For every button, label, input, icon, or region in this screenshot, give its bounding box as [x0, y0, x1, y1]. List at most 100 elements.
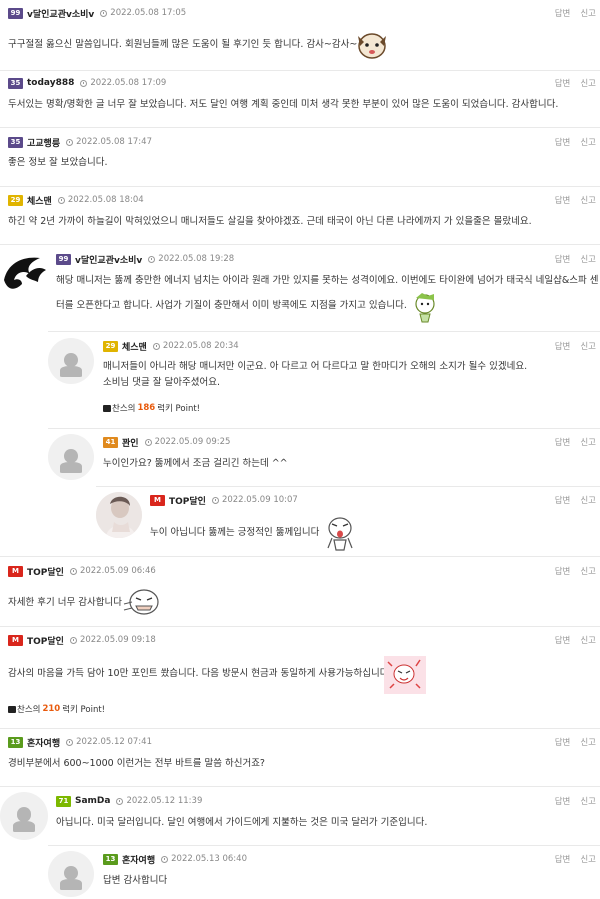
- level-badge: 99: [56, 253, 71, 265]
- comment-text: 해당 매니저는 뚫께 충만한 에너지 넘치는 아이라 원래 가만 있지를 못하는…: [56, 275, 599, 286]
- report-button[interactable]: 신고: [580, 136, 596, 148]
- divider: [0, 70, 600, 71]
- avatar[interactable]: [48, 851, 94, 897]
- level-badge: M: [8, 634, 23, 646]
- comment-date: 2022.05.12 07:41: [76, 737, 152, 747]
- reply-button[interactable]: 답변: [555, 494, 571, 506]
- reply-button[interactable]: 답변: [555, 253, 571, 265]
- report-button[interactable]: 신고: [580, 565, 596, 577]
- comment-author[interactable]: 체스맨: [27, 194, 52, 207]
- divider: [48, 428, 600, 429]
- comment-author[interactable]: TOP달인: [169, 494, 206, 507]
- report-button[interactable]: 신고: [580, 194, 596, 206]
- clock-icon: [161, 855, 169, 863]
- comment-text: 터를 오픈한다고 합니다. 사업가 기질이 충만해서 이미 방콕에도 지점을 가…: [56, 300, 407, 311]
- clock-icon: [57, 196, 65, 204]
- reply-button[interactable]: 답변: [555, 736, 571, 748]
- comment-text: 답변 감사합니다: [103, 875, 168, 886]
- comment-author[interactable]: 혼자여행: [122, 853, 155, 866]
- reply-button[interactable]: 답변: [555, 565, 571, 577]
- emoticon-image: [415, 293, 435, 323]
- divider: [96, 486, 600, 487]
- emoticon-image: [123, 589, 159, 615]
- avatar[interactable]: [0, 250, 48, 298]
- comment-date: 2022.05.09 06:46: [79, 566, 156, 576]
- level-badge: 35: [8, 77, 23, 89]
- comment-date: 2022.05.08 20:34: [162, 341, 239, 351]
- clock-icon: [211, 496, 219, 504]
- report-button[interactable]: 신고: [580, 436, 596, 448]
- divider: [0, 556, 600, 557]
- level-badge: 41: [103, 436, 118, 448]
- comment-text: 소비님 댓글 잘 달아주셨어요.: [103, 377, 220, 388]
- level-badge: 29: [103, 340, 118, 352]
- reply-button[interactable]: 답변: [555, 795, 571, 807]
- avatar[interactable]: [48, 338, 94, 384]
- avatar[interactable]: [96, 492, 142, 538]
- comment-date: 2022.05.08 17:47: [76, 137, 152, 147]
- report-button[interactable]: 신고: [580, 795, 596, 807]
- comment-author[interactable]: v달인교관v소비v: [75, 253, 142, 266]
- point-suffix: 럭키 Point!: [157, 404, 201, 414]
- reply-button[interactable]: 답변: [555, 7, 571, 19]
- point-amount: 210: [42, 704, 61, 714]
- comment-date: 2022.05.09 09:25: [154, 437, 231, 447]
- report-button[interactable]: 신고: [580, 634, 596, 646]
- clock-icon: [69, 636, 77, 644]
- divider: [0, 786, 600, 787]
- point-suffix: 럭키 Point!: [62, 705, 106, 715]
- level-badge: 13: [8, 736, 23, 748]
- comment-text: 아닙니다. 미국 달러입니다. 달인 여행에서 가이드에게 지불하는 것은 미국…: [56, 817, 428, 828]
- reply-button[interactable]: 답변: [555, 77, 571, 89]
- gift-icon: [8, 705, 16, 713]
- comment-author[interactable]: today888: [27, 78, 74, 88]
- reply-button[interactable]: 답변: [555, 136, 571, 148]
- comment-author[interactable]: 고교행릉: [27, 136, 60, 149]
- divider: [0, 728, 600, 729]
- level-badge: 99: [8, 7, 23, 19]
- report-button[interactable]: 신고: [580, 340, 596, 352]
- clock-icon: [80, 79, 88, 87]
- comment-date: 2022.05.09 09:18: [79, 635, 156, 645]
- report-button[interactable]: 신고: [580, 736, 596, 748]
- comment-author[interactable]: 체스맨: [122, 340, 147, 353]
- clock-icon: [69, 567, 77, 575]
- clock-icon: [152, 342, 160, 350]
- comment-text: 자세한 후기 너무 감사합니다: [8, 597, 122, 608]
- gift-icon: [103, 404, 111, 412]
- level-badge: 13: [103, 853, 118, 865]
- emoticon-image: [358, 33, 386, 59]
- report-button[interactable]: 신고: [580, 494, 596, 506]
- reply-button[interactable]: 답변: [555, 194, 571, 206]
- reply-button[interactable]: 답변: [555, 340, 571, 352]
- comment-author[interactable]: 혼자여행: [27, 736, 60, 749]
- point-amount: 186: [137, 403, 156, 413]
- comment-author[interactable]: v달인교관v소비v: [27, 7, 94, 20]
- avatar[interactable]: [48, 434, 94, 480]
- clock-icon: [116, 797, 124, 805]
- avatar[interactable]: [0, 792, 48, 840]
- comment-text: 두서있는 명확/명확한 글 너무 잘 보았습니다. 저도 달인 여행 계획 중인…: [8, 99, 559, 110]
- comment-text: 감사의 마음을 가득 담아 10만 포인트 쐈습니다. 다음 방문시 현금과 동…: [8, 668, 389, 679]
- reply-button[interactable]: 답변: [555, 853, 571, 865]
- comment-author[interactable]: TOP달인: [27, 565, 64, 578]
- divider: [48, 331, 600, 332]
- clock-icon: [66, 138, 74, 146]
- reply-button[interactable]: 답변: [555, 634, 571, 646]
- comment-text: 경비부분에서 600~1000 이런거는 전부 바트를 말씀 하신거죠?: [8, 758, 265, 769]
- comment-author[interactable]: 꽌인: [122, 436, 139, 449]
- report-button[interactable]: 신고: [580, 853, 596, 865]
- comment-author[interactable]: TOP달인: [27, 634, 64, 647]
- comment-text: 구구절절 옳으신 말씀입니다. 회원님들께 많은 도움이 될 후기인 듯 합니다…: [8, 39, 358, 50]
- comment-date: 2022.05.08 18:04: [67, 195, 144, 205]
- comment-date: 2022.05.09 10:07: [221, 495, 298, 505]
- report-button[interactable]: 신고: [580, 253, 596, 265]
- clock-icon: [144, 438, 152, 446]
- comment-author[interactable]: SamDa: [75, 796, 110, 806]
- comment-date: 2022.05.08 17:05: [110, 8, 187, 18]
- divider: [48, 845, 600, 846]
- report-button[interactable]: 신고: [580, 7, 596, 19]
- reply-button[interactable]: 답변: [555, 436, 571, 448]
- report-button[interactable]: 신고: [580, 77, 596, 89]
- emoticon-image: [327, 517, 353, 551]
